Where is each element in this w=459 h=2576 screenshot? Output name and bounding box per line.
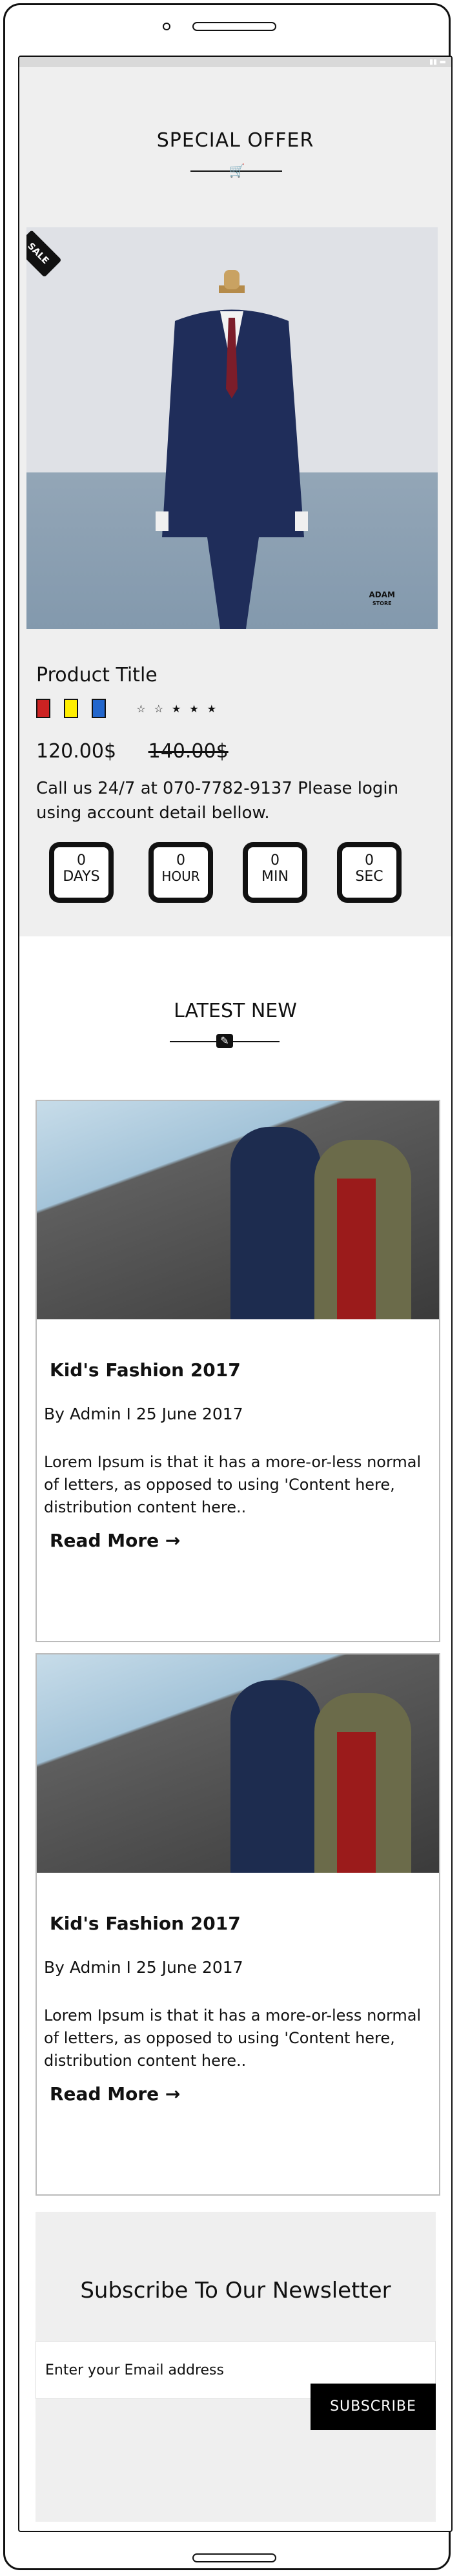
speaker-slot [192, 22, 276, 31]
screen: ▮▮ ▬ SPECIAL OFFER 🛒 SALE ADAM STORE Pro… [18, 56, 453, 2532]
timer-min: 0 MIN [243, 842, 307, 903]
star-filled-icon: ★ [189, 702, 207, 715]
timer-value: 0 [176, 852, 185, 869]
star-empty-icon: ☆ [136, 702, 154, 715]
blog-post-card: Kid's Fashion 2017 By Admin I 25 June 20… [36, 1653, 440, 2196]
timer-label: SEC [355, 869, 383, 885]
newsletter-section: Subscribe To Our Newsletter Enter your E… [36, 2212, 436, 2522]
post-meta: By Admin I 25 June 2017 [44, 1405, 243, 1423]
price-row: 120.00$ 140.00$ [36, 740, 229, 763]
phone-frame: ▮▮ ▬ SPECIAL OFFER 🛒 SALE ADAM STORE Pro… [3, 3, 453, 2570]
read-more-link[interactable]: Read More → [50, 1530, 180, 1551]
special-offer-section: SPECIAL OFFER 🛒 SALE ADAM STORE Product … [19, 67, 451, 936]
latest-new-title: LATEST NEW [174, 1000, 297, 1022]
subscribe-button[interactable]: SUBSCRIBE [311, 2384, 436, 2430]
pen-icon: ✎ [216, 1034, 233, 1048]
post-image[interactable] [37, 1101, 439, 1319]
color-swatch-red[interactable] [36, 699, 50, 718]
post-image-person [230, 1680, 321, 1873]
call-text: Call us 24/7 at 070-7782-9137 Please log… [36, 779, 399, 823]
post-meta: By Admin I 25 June 2017 [44, 1958, 243, 1977]
star-empty-icon: ☆ [154, 702, 172, 715]
status-bar: ▮▮ ▬ [19, 57, 451, 67]
product-title[interactable]: Product Title [36, 664, 158, 686]
old-price: 140.00$ [148, 740, 229, 763]
post-title[interactable]: Kid's Fashion 2017 [50, 1359, 241, 1381]
color-swatches: ☆☆★★★ [36, 699, 225, 718]
timer-days: 0 DAYS [49, 842, 114, 903]
post-image[interactable] [37, 1654, 439, 1873]
suit-mannequin-illustration [156, 270, 308, 629]
star-filled-icon: ★ [171, 702, 190, 715]
brand-sub: STORE [372, 601, 392, 606]
color-swatch-blue[interactable] [92, 699, 107, 718]
read-more-link[interactable]: Read More → [50, 2083, 180, 2105]
timer-value: 0 [365, 852, 374, 869]
timer-value: 0 [77, 852, 86, 869]
post-image-person [230, 1127, 321, 1319]
brand-logo: ADAM STORE [369, 590, 395, 608]
timer-value: 0 [270, 852, 280, 869]
timer-label: DAYS [63, 869, 100, 885]
product-image[interactable]: SALE ADAM STORE [26, 227, 438, 629]
newsletter-title: Subscribe To Our Newsletter [80, 2278, 391, 2303]
rating-stars: ☆☆★★★ [136, 703, 225, 715]
camera-dot [163, 23, 170, 30]
post-title[interactable]: Kid's Fashion 2017 [50, 1913, 241, 1934]
timer-label: HOUR [161, 869, 200, 884]
home-button[interactable] [192, 2553, 276, 2562]
cart-icon: 🛒 [229, 163, 245, 178]
timer-sec: 0 SEC [337, 842, 402, 903]
star-filled-icon: ★ [207, 702, 225, 715]
timer-label: MIN [261, 869, 289, 885]
special-offer-title: SPECIAL OFFER [156, 129, 314, 152]
timer-hour: 0 HOUR [148, 842, 213, 903]
post-image-scarf [337, 1179, 376, 1319]
blog-post-card: Kid's Fashion 2017 By Admin I 25 June 20… [36, 1100, 440, 1642]
current-price: 120.00$ [36, 740, 117, 763]
brand-name: ADAM [369, 590, 395, 599]
post-excerpt: Lorem Ipsum is that it has a more-or-les… [44, 2006, 422, 2070]
post-image-scarf [337, 1732, 376, 1873]
battery-icon: ▮▮ ▬ [429, 57, 446, 66]
post-excerpt: Lorem Ipsum is that it has a more-or-les… [44, 1453, 422, 1516]
color-swatch-yellow[interactable] [64, 699, 79, 718]
